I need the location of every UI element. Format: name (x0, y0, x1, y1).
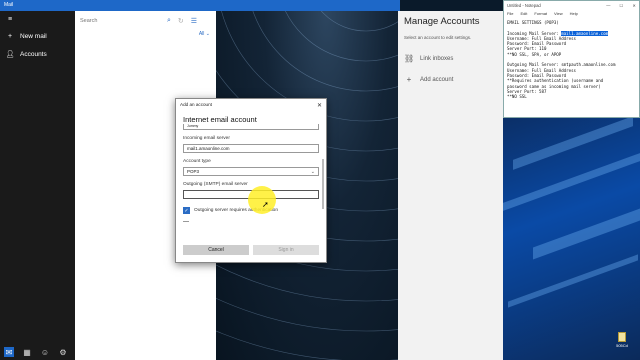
plus-icon: + (7, 32, 13, 40)
manage-accounts-pane: Manage Accounts Select an account to edi… (398, 11, 503, 360)
notepad-title: Untitled - Notepad (507, 3, 541, 8)
desktop-background (503, 116, 640, 360)
account-type-label: Account type (183, 159, 211, 164)
chevron-down-icon: ⌄ (205, 31, 210, 37)
next-checkbox-edge (183, 221, 189, 222)
add-account-dialog: Add an account ✕ Internet email account … (175, 98, 327, 263)
incoming-server-label: Incoming email server (183, 136, 230, 141)
dialog-title: Add an account (180, 102, 212, 107)
hamburger-icon: ≡ (7, 15, 13, 23)
link-inboxes-button[interactable]: ⛓ Link inboxes (404, 54, 497, 63)
cancel-button[interactable]: Cancel (183, 245, 249, 255)
mail-icon[interactable]: ✉ (4, 347, 14, 357)
mail-title-bar: Mail (0, 0, 400, 11)
checkbox-checked-icon[interactable]: ✓ (183, 207, 190, 214)
account-name-field[interactable]: Jummy (183, 124, 319, 130)
close-icon[interactable]: ✕ (317, 102, 322, 109)
file-icon (618, 332, 626, 342)
selected-text: mail1.amaonline.com (561, 30, 609, 36)
dialog-body: Internet email account Jummy Incoming em… (176, 111, 326, 238)
account-type-value: POP3 (187, 169, 200, 174)
notepad-menu-bar: File Edit Format View Help (504, 10, 639, 17)
link-icon: ⛓ (404, 54, 415, 63)
new-mail-button[interactable]: + New mail (0, 27, 75, 45)
manage-accounts-title: Manage Accounts (404, 16, 480, 27)
app-title: Mail (4, 2, 14, 8)
outgoing-server-label: Outgoing (SMTP) email server (183, 182, 248, 187)
settings-icon[interactable]: ⚙ (58, 347, 68, 357)
search-bar: ⌕ ↻ ☰ (75, 13, 216, 29)
people-icon[interactable]: ☺ (40, 347, 50, 357)
mail-sidebar: ≡ + New mail 👤︎ Accounts ✉ ▦ ☺ ⚙ (0, 11, 75, 360)
add-account-label: Add account (420, 76, 454, 83)
filter-label: All (198, 31, 205, 37)
manage-accounts-subtitle: Select an account to edit settings. (404, 35, 472, 40)
add-account-button[interactable]: + Add account (404, 75, 497, 84)
sync-icon[interactable]: ↻ (178, 17, 184, 25)
maximize-icon[interactable]: ☐ (620, 3, 624, 8)
person-icon: 👤︎ (5, 51, 15, 58)
dialog-footer: Cancel Sign in (183, 245, 319, 255)
notepad-window: Untitled - Notepad — ☐ ✕ File Edit Forma… (503, 0, 640, 118)
menu-view[interactable]: View (554, 11, 563, 16)
accounts-label: Accounts (20, 50, 47, 58)
minimize-icon[interactable]: — (606, 3, 610, 8)
link-inboxes-label: Link inboxes (420, 55, 454, 62)
sidebar-bottom-bar: ✉ ▦ ☺ ⚙ (0, 344, 75, 360)
plus-icon: + (406, 75, 412, 84)
notepad-text-area[interactable]: EMAIL SETTINGS (POP3) Incoming Mail Serv… (504, 17, 639, 102)
desktop-file-icon[interactable]: 505Cd (612, 332, 632, 348)
notepad-title-bar: Untitled - Notepad — ☐ ✕ (504, 1, 639, 10)
close-icon[interactable]: ✕ (632, 3, 636, 8)
search-input[interactable] (80, 18, 160, 24)
notepad-text-before: EMAIL SETTINGS (POP3) Incoming Mail Serv… (507, 20, 559, 36)
accounts-button[interactable]: 👤︎ Accounts (0, 45, 75, 63)
selection-mode-icon[interactable]: ☰ (191, 17, 197, 25)
menu-help[interactable]: Help (570, 11, 578, 16)
mouse-pointer-icon: ➚ (262, 200, 269, 209)
notepad-text-after: Username: Full Email Address Password: E… (507, 35, 616, 100)
desktop-file-label: 505Cd (616, 343, 628, 348)
chevron-down-icon: ⌄ (310, 168, 315, 175)
menu-format[interactable]: Format (534, 11, 547, 16)
filter-dropdown[interactable]: All ⌄ (199, 31, 210, 37)
dialog-title-bar: Add an account ✕ (176, 99, 326, 111)
search-icon[interactable]: ⌕ (167, 17, 171, 25)
hamburger-button[interactable]: ≡ (0, 11, 75, 27)
new-mail-label: New mail (20, 32, 47, 40)
menu-file[interactable]: File (507, 11, 513, 16)
incoming-server-field[interactable]: mail1.amaonline.com (183, 144, 319, 153)
dialog-scrollbar[interactable] (322, 159, 324, 209)
menu-edit[interactable]: Edit (520, 11, 527, 16)
sign-in-button[interactable]: Sign in (253, 245, 319, 255)
account-type-select[interactable]: POP3 ⌄ (183, 167, 319, 176)
dialog-heading: Internet email account (183, 115, 257, 124)
calendar-icon[interactable]: ▦ (22, 347, 32, 357)
